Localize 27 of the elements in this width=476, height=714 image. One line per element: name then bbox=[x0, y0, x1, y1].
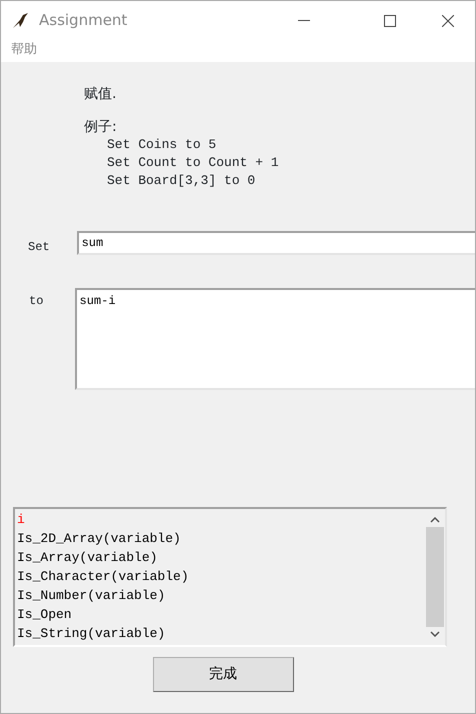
example-line: Set Board[3,3] to 0 bbox=[107, 172, 256, 190]
set-label: Set bbox=[27, 239, 50, 256]
example-line: Set Coins to 5 bbox=[107, 136, 218, 154]
to-label: to bbox=[28, 293, 44, 310]
menu-item[interactable]: 帮助 bbox=[11, 40, 37, 62]
description-text: 赋值. bbox=[84, 85, 118, 104]
maximize-icon bbox=[384, 14, 396, 26]
app-icon bbox=[11, 10, 31, 30]
close-icon bbox=[442, 14, 454, 26]
list-item[interactable]: i bbox=[17, 510, 425, 529]
example-line: Set Count to Count + 1 bbox=[107, 154, 280, 172]
scrollbar-thumb[interactable] bbox=[426, 527, 444, 627]
list-item[interactable]: Is_Open bbox=[17, 605, 425, 624]
scroll-down-icon[interactable] bbox=[430, 631, 440, 637]
set-field[interactable]: sum bbox=[76, 231, 475, 255]
done-button[interactable]: 完成 bbox=[152, 657, 294, 692]
list-item[interactable]: Is_2D_Array(variable) bbox=[17, 529, 425, 548]
to-field[interactable]: sum-i bbox=[74, 288, 475, 390]
scroll-up-icon[interactable] bbox=[430, 517, 440, 523]
list-item[interactable]: Is_String(variable) bbox=[17, 624, 425, 643]
window-title: Assignment bbox=[39, 10, 128, 32]
function-list[interactable]: i Is_2D_Array(variable) Is_Array(variable) Is_Character(variable) Is_Number(variable) Is_Open Is_String(variable) bbox=[13, 507, 447, 647]
minimize-icon bbox=[298, 20, 310, 22]
list-item[interactable]: Is_Array(variable) bbox=[17, 548, 425, 567]
list-item[interactable]: Is_Number(variable) bbox=[17, 586, 425, 605]
examples-heading: 例子: bbox=[84, 118, 118, 136]
list-item[interactable]: Is_Character(variable) bbox=[17, 567, 425, 586]
